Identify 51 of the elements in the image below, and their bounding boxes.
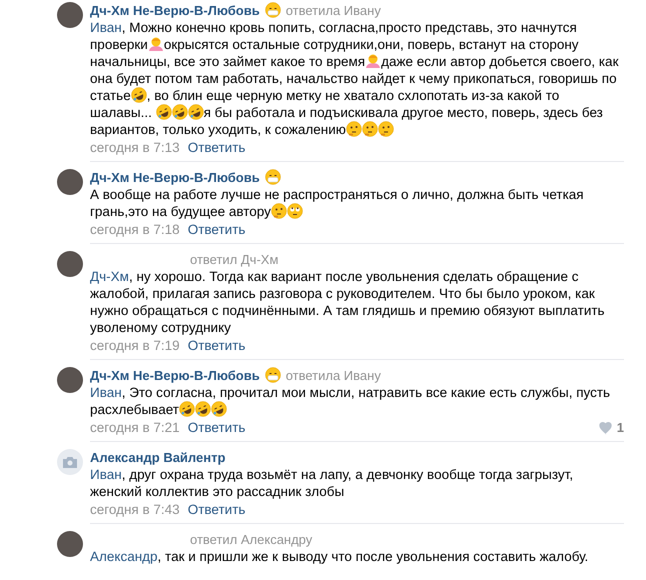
avatar[interactable] xyxy=(57,2,83,28)
comment-text: Иван, друг охрана труда возьмёт на лапу, а девчонку вообще тогда загрызут, женский коллектив это рассадник злобы xyxy=(90,466,574,500)
author-name[interactable]: Дч-Хм Не-Верю-В-Любовь xyxy=(90,2,260,18)
camera-icon xyxy=(63,456,77,468)
comment-text: А вообще на работе лучше не распространяться о лично, должна быть четкая грань,это на будущее автору xyxy=(90,186,585,220)
emoji-icon xyxy=(130,87,147,103)
mention-link[interactable]: Иван xyxy=(90,20,122,35)
comment-time: сегодня в 7:18 xyxy=(90,221,180,239)
reply-link[interactable]: Ответить xyxy=(188,337,246,355)
author-name[interactable]: Александр Вайлентр xyxy=(90,450,226,464)
mention-link[interactable]: Дч-Хм xyxy=(90,269,129,284)
emoji-icon xyxy=(194,401,211,417)
comment-time: сегодня в 7:21 xyxy=(90,419,180,437)
reply-to-label: ответил Дч-Хм xyxy=(190,252,278,266)
reply-link[interactable]: Ответить xyxy=(188,139,246,157)
emoji-icon xyxy=(156,104,172,120)
emoji-icon xyxy=(286,203,303,219)
heart-icon xyxy=(598,422,613,434)
mention-link[interactable]: Иван xyxy=(90,467,122,482)
emoji-icon xyxy=(270,203,287,219)
comment-text: Дч-Хм, ну хорошо. Тогда как вариант после увольнения сделать обращение с жалобой, прилагая запись разговора с руководителем. Что бы было уроком, как нужно обращаться с подчинёнными. А там глядишь и премию обязуют выплатить уволеному сотруднику xyxy=(90,268,606,336)
emoji-icon xyxy=(378,121,394,137)
reply-link[interactable]: Ответить xyxy=(188,221,246,239)
avatar[interactable] xyxy=(57,531,83,557)
emoji-icon xyxy=(210,401,227,417)
comment-time: сегодня в 7:43 xyxy=(90,501,180,519)
comment-text: Иван, Это согласна, прочитал мои мысли, натравить все какие есть службы, пусть расхлебывает xyxy=(90,384,612,418)
emoji-icon xyxy=(346,121,362,137)
reply-to-label: ответила Ивану xyxy=(286,368,381,382)
mention-link[interactable]: Иван xyxy=(90,385,122,400)
reply-link[interactable]: Ответить xyxy=(188,501,246,519)
emoji-icon xyxy=(178,401,195,417)
emoji-icon xyxy=(172,104,188,120)
comment-time: сегодня в 7:19 xyxy=(90,337,180,355)
mention-link[interactable]: Александр xyxy=(90,549,158,564)
comment-time: сегодня в 7:13 xyxy=(90,139,180,157)
avatar[interactable] xyxy=(57,251,83,277)
like-button[interactable]: 1 xyxy=(598,419,624,437)
avatar[interactable] xyxy=(57,367,83,393)
author-name[interactable]: Дч-Хм Не-Верю-В-Любовь xyxy=(90,368,260,382)
emoji-icon xyxy=(188,104,204,120)
comment-text: Иван, Можно конечно кровь попить, согласна,просто представь, это начнутся проверки окрысятся остальные сотрудники,они, поверь, встанут на сторону начальницы, все это займет какое то время даже если автор добьется своего, как она будет потом там работать, начальство найдет к чему прикопаться, говоришь по статье , во блин еще черную метку не хватало схлопотать из-за какой то шалавы... я бы работала и подъискивала другое место, поверь, здесь без вариантов, только уходить, к сожалению xyxy=(90,19,620,138)
reply-link[interactable]: Ответить xyxy=(188,419,246,437)
reply-to-label: ответила Ивану xyxy=(286,2,381,18)
emoji-icon xyxy=(362,121,378,137)
emoji-icon xyxy=(148,36,164,52)
reply-to-label: ответил Александру xyxy=(190,532,312,546)
author-name[interactable]: Дч-Хм Не-Верю-В-Любовь xyxy=(90,170,260,184)
avatar[interactable] xyxy=(57,169,83,195)
comment-text: Александр, так и пришли же к выводу что после увольнения составить жалобу. xyxy=(90,548,590,565)
emoji-icon xyxy=(365,53,382,69)
